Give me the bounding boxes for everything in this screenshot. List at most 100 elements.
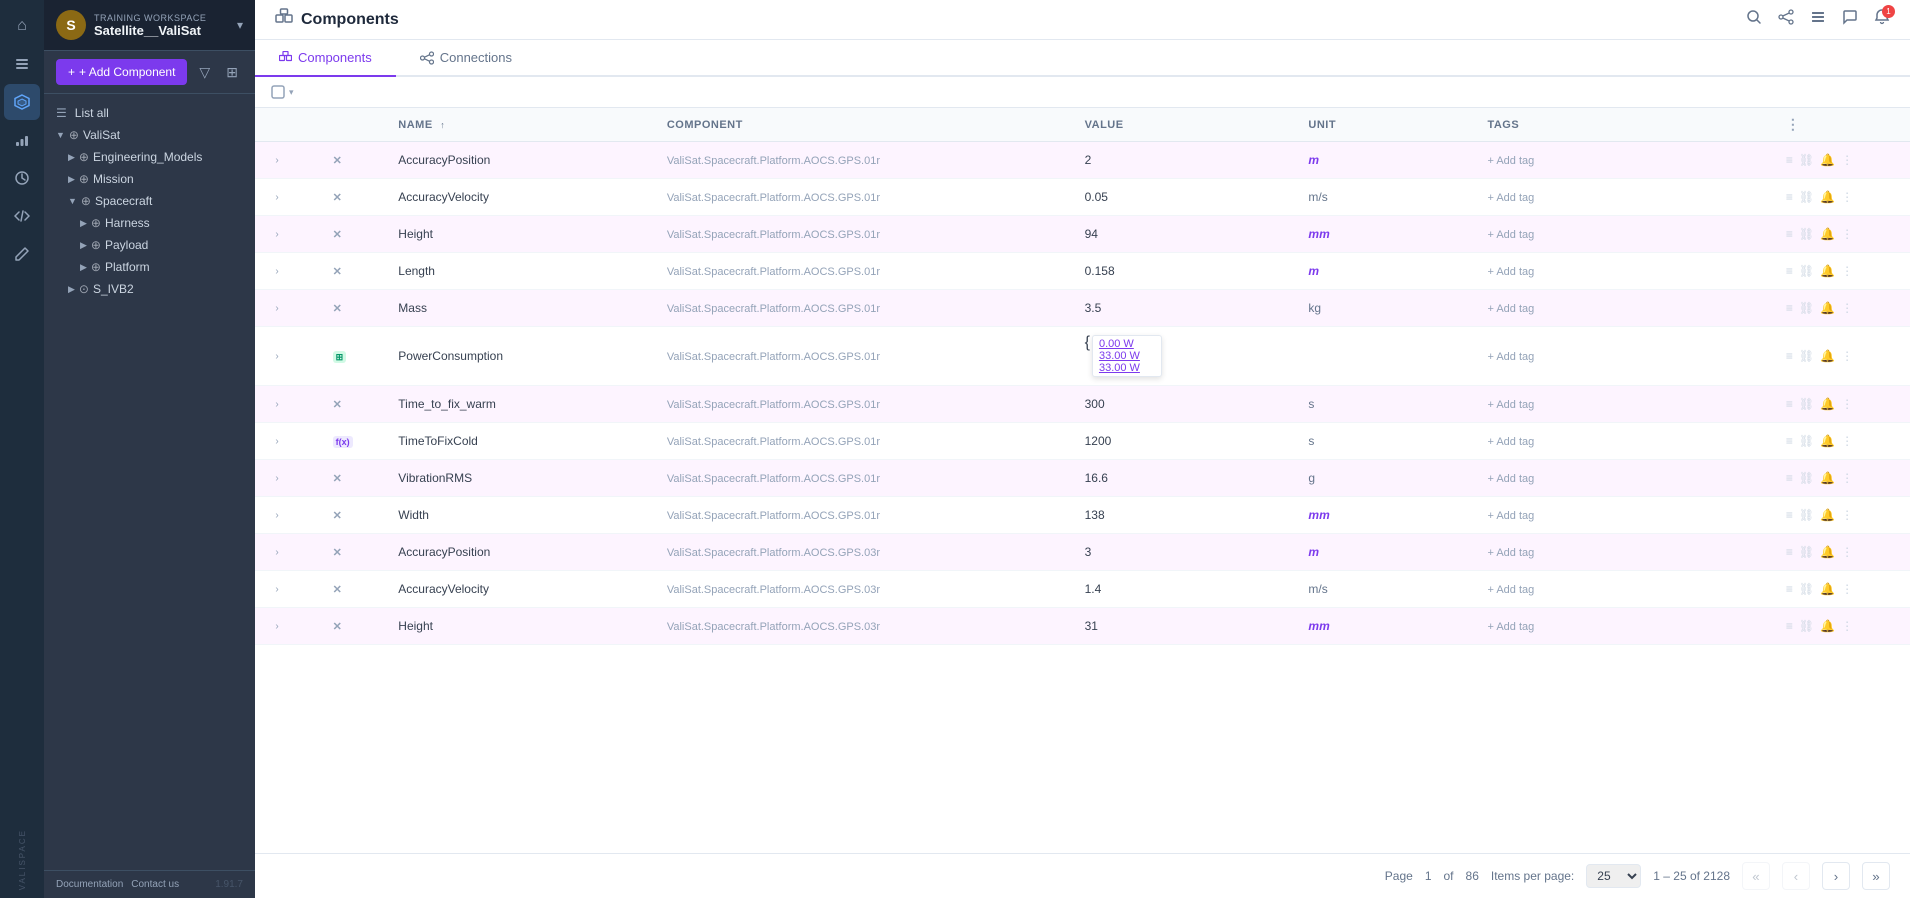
last-page-button[interactable]: »: [1862, 862, 1890, 890]
filter-button[interactable]: ▽: [195, 60, 214, 85]
expand-button[interactable]: ›: [267, 431, 287, 451]
next-page-button[interactable]: ›: [1822, 862, 1850, 890]
row-value-cell[interactable]: 2: [1073, 142, 1297, 179]
row-link-icon[interactable]: ⛓: [1799, 471, 1814, 485]
add-tag-button[interactable]: + Add tag: [1487, 192, 1534, 204]
chat-button[interactable]: [1842, 9, 1858, 30]
row-filter-icon[interactable]: ≡: [1786, 190, 1793, 204]
row-bell-icon[interactable]: 🔔: [1820, 434, 1835, 448]
row-more-icon[interactable]: ⋮: [1841, 349, 1853, 363]
bell-button[interactable]: 1: [1874, 9, 1890, 30]
row-link-icon[interactable]: ⛓: [1799, 153, 1814, 167]
row-more-icon[interactable]: ⋮: [1841, 397, 1853, 411]
row-value-cell[interactable]: 94: [1073, 216, 1297, 253]
row-link-icon[interactable]: ⛓: [1799, 190, 1814, 204]
row-more-icon[interactable]: ⋮: [1841, 582, 1853, 596]
row-bell-icon[interactable]: 🔔: [1820, 301, 1835, 315]
row-filter-icon[interactable]: ≡: [1786, 349, 1793, 363]
row-more-icon[interactable]: ⋮: [1841, 508, 1853, 522]
row-filter-icon[interactable]: ≡: [1786, 397, 1793, 411]
row-value-cell[interactable]: 3.5: [1073, 290, 1297, 327]
row-filter-icon[interactable]: ≡: [1786, 545, 1793, 559]
row-filter-icon[interactable]: ≡: [1786, 619, 1793, 633]
row-more-icon[interactable]: ⋮: [1841, 545, 1853, 559]
first-page-button[interactable]: «: [1742, 862, 1770, 890]
row-more-icon[interactable]: ⋮: [1841, 153, 1853, 167]
row-bell-icon[interactable]: 🔔: [1820, 227, 1835, 241]
columns-settings-icon[interactable]: ⋮: [1786, 116, 1801, 132]
add-tag-button[interactable]: + Add tag: [1487, 303, 1534, 315]
tab-components[interactable]: Components: [255, 40, 396, 77]
tree-item-payload[interactable]: ▶ ⊕ Payload: [44, 234, 255, 256]
expand-button[interactable]: ›: [267, 579, 287, 599]
row-filter-icon[interactable]: ≡: [1786, 508, 1793, 522]
tree-list-all[interactable]: ☰ List all: [44, 102, 255, 124]
expand-button[interactable]: ›: [267, 346, 287, 366]
power-value-2[interactable]: 33.00 W: [1099, 350, 1155, 362]
row-value-cell[interactable]: 138: [1073, 497, 1297, 534]
select-all-checkbox[interactable]: ▾: [271, 85, 294, 99]
row-filter-icon[interactable]: ≡: [1786, 582, 1793, 596]
nav-edit-btn[interactable]: [4, 236, 40, 272]
expand-button[interactable]: ›: [267, 150, 287, 170]
add-tag-button[interactable]: + Add tag: [1487, 547, 1534, 559]
prev-page-button[interactable]: ‹: [1782, 862, 1810, 890]
list-view-button[interactable]: [1810, 9, 1826, 30]
add-tag-button[interactable]: + Add tag: [1487, 155, 1534, 167]
add-component-button[interactable]: + + Add Component: [56, 59, 187, 85]
row-bell-icon[interactable]: 🔔: [1820, 471, 1835, 485]
row-more-icon[interactable]: ⋮: [1841, 301, 1853, 315]
row-more-icon[interactable]: ⋮: [1841, 190, 1853, 204]
row-bell-icon[interactable]: 🔔: [1820, 619, 1835, 633]
row-more-icon[interactable]: ⋮: [1841, 264, 1853, 278]
nav-components-btn[interactable]: [4, 84, 40, 120]
row-bell-icon[interactable]: 🔔: [1820, 397, 1835, 411]
row-value-cell[interactable]: 16.6: [1073, 460, 1297, 497]
row-value-cell[interactable]: 0.158: [1073, 253, 1297, 290]
nav-code-btn[interactable]: [4, 198, 40, 234]
row-bell-icon[interactable]: 🔔: [1820, 153, 1835, 167]
row-more-icon[interactable]: ⋮: [1841, 434, 1853, 448]
add-tag-button[interactable]: + Add tag: [1487, 584, 1534, 596]
tree-item-platform[interactable]: ▶ ⊕ Platform: [44, 256, 255, 278]
row-value-cell[interactable]: 0.05: [1073, 179, 1297, 216]
row-link-icon[interactable]: ⛓: [1799, 349, 1814, 363]
row-bell-icon[interactable]: 🔔: [1820, 264, 1835, 278]
row-value-cell[interactable]: 300: [1073, 386, 1297, 423]
grid-view-button[interactable]: ⊞: [222, 60, 242, 85]
expand-button[interactable]: ›: [267, 616, 287, 636]
items-per-page-select[interactable]: 25 50 100: [1586, 864, 1641, 888]
add-tag-button[interactable]: + Add tag: [1487, 351, 1534, 363]
nav-chart-btn[interactable]: [4, 122, 40, 158]
nav-clock-btn[interactable]: [4, 160, 40, 196]
expand-button[interactable]: ›: [267, 394, 287, 414]
row-filter-icon[interactable]: ≡: [1786, 153, 1793, 167]
expand-button[interactable]: ›: [267, 468, 287, 488]
nav-home-btn[interactable]: ⌂: [4, 8, 40, 44]
row-filter-icon[interactable]: ≡: [1786, 227, 1793, 241]
power-value-1[interactable]: 0.00 W: [1099, 338, 1155, 350]
row-link-icon[interactable]: ⛓: [1799, 264, 1814, 278]
expand-button[interactable]: ›: [267, 542, 287, 562]
tree-item-spacecraft[interactable]: ▼ ⊕ Spacecraft: [44, 190, 255, 212]
row-value-cell[interactable]: 1200: [1073, 423, 1297, 460]
row-link-icon[interactable]: ⛓: [1799, 619, 1814, 633]
row-bell-icon[interactable]: 🔔: [1820, 190, 1835, 204]
expand-button[interactable]: ›: [267, 505, 287, 525]
row-filter-icon[interactable]: ≡: [1786, 434, 1793, 448]
row-link-icon[interactable]: ⛓: [1799, 227, 1814, 241]
row-filter-icon[interactable]: ≡: [1786, 264, 1793, 278]
row-value-cell[interactable]: 3: [1073, 534, 1297, 571]
row-link-icon[interactable]: ⛓: [1799, 434, 1814, 448]
tree-item-mission[interactable]: ▶ ⊕ Mission: [44, 168, 255, 190]
row-link-icon[interactable]: ⛓: [1799, 301, 1814, 315]
tree-item-s-ivb2[interactable]: ▶ ⊙ S_IVB2: [44, 278, 255, 300]
add-tag-button[interactable]: + Add tag: [1487, 621, 1534, 633]
row-link-icon[interactable]: ⛓: [1799, 582, 1814, 596]
row-link-icon[interactable]: ⛓: [1799, 397, 1814, 411]
row-filter-icon[interactable]: ≡: [1786, 471, 1793, 485]
add-tag-button[interactable]: + Add tag: [1487, 399, 1534, 411]
share-button[interactable]: [1778, 9, 1794, 30]
workspace-chevron-icon[interactable]: ▾: [237, 18, 243, 32]
expand-button[interactable]: ›: [267, 187, 287, 207]
